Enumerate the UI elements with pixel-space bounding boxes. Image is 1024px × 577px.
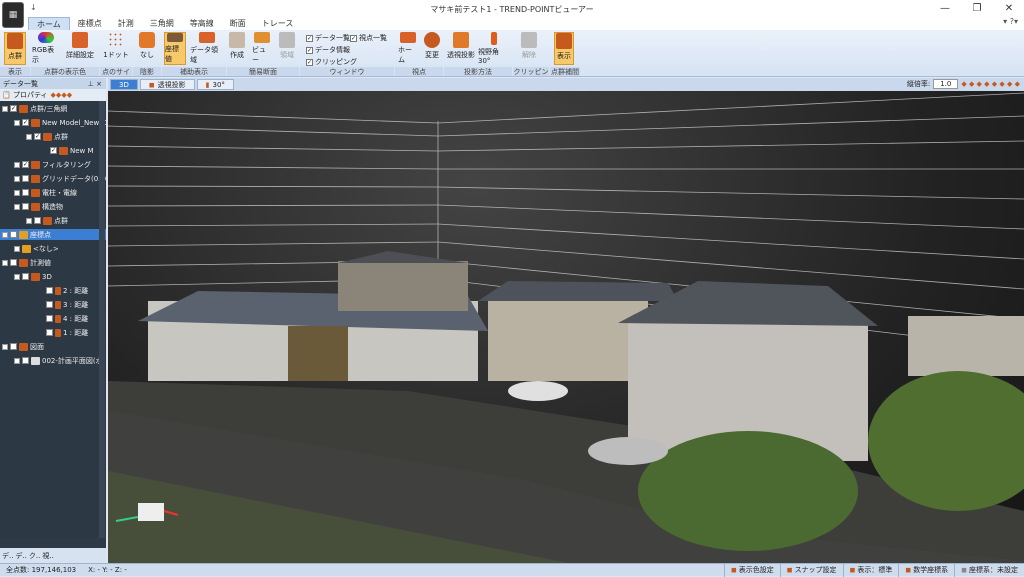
restore-icon[interactable]: ❐ — [962, 0, 992, 17]
bottom-tab[interactable]: ク.. — [29, 551, 40, 561]
check-clipping[interactable]: ✓ クリッピング — [306, 57, 357, 67]
tree-item[interactable]: 電柱・電線 — [14, 187, 77, 198]
data-area-button[interactable]: データ領域 — [190, 32, 224, 65]
group-label: 視点 — [395, 67, 443, 76]
tree-item[interactable]: 3 : 距離 — [46, 299, 88, 310]
data-tree: ✓ 点群/三角網 ✓ New Model_New C ✓ 点群 ✓ New M ✓ フィル… — [0, 101, 106, 538]
app-menu-icon[interactable]: ▦ — [2, 2, 24, 28]
tab-tin[interactable]: 三角網 — [142, 17, 182, 30]
check-viewpoint-list[interactable]: ✓ 視点一覧 — [350, 33, 387, 43]
tree-item[interactable]: 構造物 — [14, 201, 63, 212]
panel-toolbar: 📋 プロパティ ◆◆◆◆ — [0, 89, 106, 101]
tree-item[interactable]: グリッドデータ(0.50m — [14, 173, 106, 184]
tab-measure[interactable]: 計測 — [110, 17, 142, 30]
check-data-list[interactable]: ✓ データ一覧 — [306, 33, 350, 43]
properties-button[interactable]: 📋 プロパティ — [2, 90, 48, 100]
panel-header: データ一覧 ⊥ × — [0, 78, 106, 89]
detail-settings-button[interactable]: 詳細設定 — [64, 32, 96, 65]
bottom-tab[interactable]: デ.. — [2, 551, 13, 561]
view-section-button[interactable]: ビュー — [252, 32, 272, 65]
tree-item[interactable]: <なし> — [14, 243, 59, 254]
shading-button[interactable]: なし — [138, 32, 156, 65]
group-label: 簡易断面 — [227, 67, 299, 76]
bottom-tab[interactable]: デ.. — [15, 551, 26, 561]
group-label: ウィンドウ — [300, 67, 394, 76]
tree-item[interactable]: 1 : 距離 — [46, 327, 88, 338]
bottom-tab[interactable]: 視.. — [42, 551, 53, 561]
perspective-button[interactable]: 透視投影 — [446, 32, 476, 65]
data-panel: データ一覧 ⊥ × 📋 プロパティ ◆◆◆◆ ✓ 点群/三角網 ✓ New Model… — [0, 78, 106, 563]
minimize-icon[interactable]: — — [930, 0, 960, 17]
zoom-input[interactable]: 1.0 — [933, 79, 959, 89]
tab-home[interactable]: ホーム — [28, 17, 70, 30]
group-label: 表示 — [0, 67, 30, 76]
area-section-button[interactable]: 領域 — [278, 32, 296, 65]
group-label: 点群の表示色 — [31, 67, 99, 76]
help-icon[interactable]: ▾ ?▾ — [1003, 17, 1018, 26]
tab-fov[interactable]: ▮ 30° — [196, 79, 234, 90]
change-view-button[interactable]: 変更 — [422, 32, 442, 65]
clip-release-button[interactable]: 解除 — [520, 32, 538, 65]
snap-settings-button[interactable]: ◼ スナップ設定 — [779, 563, 843, 577]
panel-bottom-tabs: デ.. デ.. ク.. 視.. — [0, 548, 106, 563]
tree-item[interactable]: ✓ 点群 — [26, 131, 68, 142]
window-title: マサキ前テスト1 - TREND-POINTビューアー — [430, 5, 594, 14]
panel-pin-icon[interactable]: ⊥ × — [88, 80, 102, 88]
status-bar: 全点数: 197,146,103 X: - Y: - Z: - ◼ 表示色設定 ◼… — [0, 563, 1024, 577]
tab-trace[interactable]: トレース — [254, 17, 302, 30]
tree-item[interactable]: 2 : 距離 — [46, 285, 88, 296]
view-tools-icon[interactable]: ◆ ◆ ◆ ◆ ◆ ◆ ◆ ◆ — [961, 80, 1020, 88]
tree-item[interactable]: ✓ New Model_New C — [14, 117, 106, 128]
rgb-button[interactable]: RGB表示 — [32, 32, 60, 65]
3d-viewport[interactable] — [108, 91, 1024, 563]
fov-button[interactable]: 視野角30° — [478, 32, 510, 65]
view-toolbar: 縦倍率: 1.0 ◆ ◆ ◆ ◆ ◆ ◆ ◆ ◆ — [907, 79, 1020, 89]
point-cloud-scene — [108, 92, 1024, 563]
view-tabs: 3D ◼ 透視投影 ▮ 30° 縦倍率: 1.0 ◆ ◆ ◆ ◆ ◆ ◆ ◆ ◆ — [108, 78, 1024, 91]
tree-item[interactable]: ✓ New M — [50, 145, 94, 156]
tree-item[interactable]: 3D — [14, 271, 52, 282]
interpolation-button[interactable]: 表示 — [554, 32, 574, 65]
group-label: クリッピング — [513, 67, 549, 86]
coordinate-button[interactable]: 座標値 — [164, 32, 186, 65]
cursor-coords: X: - Y: - Z: - — [88, 566, 127, 574]
zoom-label: 縦倍率: — [906, 80, 931, 88]
tab-3d[interactable]: 3D — [110, 79, 138, 90]
panel-title: データ一覧 — [3, 79, 38, 88]
color-settings-button[interactable]: ◼ 表示色設定 — [723, 563, 780, 577]
group-label: 補助表示 — [162, 67, 226, 76]
title-bar: ↓ マサキ前テスト1 - TREND-POINTビューアー — ❐ ✕ — [0, 0, 1024, 17]
tree-scrollbar[interactable] — [99, 101, 105, 538]
display-mode-button[interactable]: ◼ 表示：標準 — [842, 563, 899, 577]
dot-size-button[interactable]: 1ドット — [102, 32, 130, 65]
menu-tabs: ホーム 座標点 計測 三角網 等高線 断面 トレース — [0, 17, 1024, 30]
tree-item[interactable]: 4 : 距離 — [46, 313, 88, 324]
group-label: 点のサイズ — [100, 67, 132, 86]
create-section-button[interactable]: 作成 — [228, 32, 246, 65]
coord-system-button[interactable]: ◼ 数学座標系 — [898, 563, 954, 577]
check-data-info[interactable]: ✓ データ情報 — [306, 45, 350, 55]
coord-status[interactable]: ◼ 座標系：未設定 — [954, 563, 1024, 577]
tool-icon[interactable]: ◆◆◆◆ — [51, 91, 73, 99]
tree-item[interactable]: 点群 — [26, 215, 68, 226]
ribbon: 点群 RGB表示 詳細設定 1ドット なし 座標値 データ領域 作成 ビュー 領… — [0, 30, 1024, 86]
home-view-button[interactable]: ホーム — [398, 32, 418, 65]
tree-item[interactable]: 002-計画平面図(水 — [14, 355, 103, 366]
tab-section[interactable]: 断面 — [222, 17, 254, 30]
pointcloud-button[interactable]: 点群 — [4, 32, 26, 65]
tree-item[interactable]: ✓ フィルタリング — [14, 159, 91, 170]
point-count: 全点数: 197,146,103 — [6, 566, 77, 574]
tab-perspective[interactable]: ◼ 透視投影 — [139, 79, 195, 90]
close-icon[interactable]: ✕ — [994, 0, 1024, 17]
group-label: 点群補間 — [550, 67, 580, 76]
tree-item-selected[interactable]: 座標点 — [0, 229, 106, 240]
group-label: 陰影 — [133, 67, 161, 76]
group-label: 投影方法 — [444, 67, 512, 76]
tab-points[interactable]: 座標点 — [70, 17, 110, 30]
tree-item[interactable]: 図面 — [2, 341, 44, 352]
tree-item[interactable]: 計測値 — [2, 257, 51, 268]
tree-item[interactable]: ✓ 点群/三角網 — [2, 103, 67, 114]
tab-contour[interactable]: 等高線 — [182, 17, 222, 30]
